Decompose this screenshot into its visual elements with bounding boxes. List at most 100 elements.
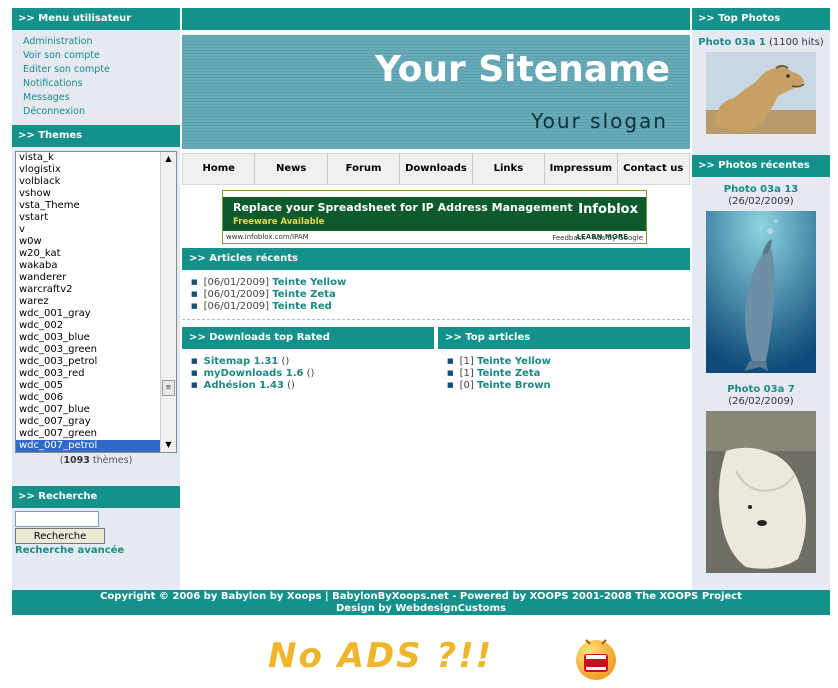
site-header: Your Sitename Your slogan [182,35,690,149]
article-link[interactable]: Teinte Yellow [477,356,551,367]
advanced-search-link[interactable]: Recherche avancée [15,545,177,556]
recent-photo-item: Photo 03a 13 (26/02/2009) [692,177,830,376]
ad-url[interactable]: www.infoblox.com/IPAM [226,233,309,241]
downloads-top-block: >> Downloads top Rated Sitemap 1.31 () m… [182,327,436,392]
theme-option[interactable]: wdc_005 [16,380,176,392]
page: >> Menu utilisateur Administration Voir … [12,8,830,615]
recent-articles-list: [06/01/2009] Teinte Yellow [06/01/2009] … [182,270,690,313]
theme-option[interactable]: wdc_007_green [16,428,176,440]
article-link[interactable]: Teinte Brown [477,380,551,391]
search-input[interactable] [15,511,99,527]
article-count: [1] [459,356,474,367]
nav-news[interactable]: News [255,154,328,184]
download-link[interactable]: Adhésion 1.43 [204,380,284,391]
download-rating: () [281,356,290,367]
themes-count-number: 1093 [63,455,90,466]
menu-link-logout[interactable]: Déconnexion [23,105,180,119]
top-bar [182,8,690,30]
theme-option[interactable]: wdc_001_gray [16,308,176,320]
downloads-top-title: >> Downloads top Rated [182,327,434,349]
article-date: [06/01/2009] [203,277,270,288]
theme-option[interactable]: w0w [16,236,176,248]
menu-link-administration[interactable]: Administration [23,35,180,49]
shocked-smiley-icon [576,639,616,680]
nav-contact[interactable]: Contact us [618,154,689,184]
themes-listbox[interactable]: vista_k vlogistix volblack vshow vsta_Theme v… [15,151,177,453]
list-item: [06/01/2009] Teinte Red [191,301,690,313]
list-item: [06/01/2009] Teinte Yellow [191,277,690,289]
themes-scrollbar[interactable]: ▲ ≡ ▼ [160,152,176,452]
photo-info: (26/02/2009) [728,396,794,407]
list-item: [1] Teinte Zeta [447,368,690,380]
theme-option[interactable]: vlogistix [16,164,176,176]
search-button[interactable]: Recherche [15,528,105,544]
menu-link-edit-account[interactable]: Editer son compte [23,63,180,77]
polar-bear-photo-icon[interactable] [706,411,816,573]
theme-option[interactable]: wdc_002 [16,320,176,332]
download-link[interactable]: myDownloads 1.6 [204,368,304,379]
user-menu-title: >> Menu utilisateur [12,8,180,30]
list-item: [0] Teinte Brown [447,380,690,392]
download-rating: () [287,380,295,391]
theme-option[interactable]: wdc_007_petrol [16,440,176,452]
nav-links[interactable]: Links [473,154,546,184]
user-menu: Administration Voir son compte Editer so… [12,30,180,125]
theme-option[interactable]: warez [16,296,176,308]
theme-option[interactable]: wanderer [16,272,176,284]
nav-home[interactable]: Home [183,154,256,184]
theme-option[interactable]: wdc_007_gray [16,416,176,428]
photo-link[interactable]: Photo 03a 1 [698,37,766,48]
dolphin-photo-icon[interactable] [706,211,816,373]
scroll-thumb[interactable]: ≡ [162,380,175,396]
search-block: Recherche Recherche avancée [12,508,180,559]
photo-link[interactable]: Photo 03a 7 [727,384,795,395]
menu-link-notifications[interactable]: Notifications [23,77,180,91]
ad-subline: Freeware Available [233,217,325,227]
list-item: [1] Teinte Yellow [447,356,690,368]
theme-option[interactable]: vshow [16,188,176,200]
theme-option[interactable]: wdc_007_blue [16,404,176,416]
site-footer: Copyright © 2006 by Babylon by Xoops | B… [12,590,830,615]
theme-option[interactable]: vista_k [16,152,176,164]
ad-banner[interactable]: Replace your Spreadsheet for IP Address … [222,190,647,244]
photo-link[interactable]: Photo 03a 13 [724,184,799,195]
theme-option[interactable]: vsta_Theme [16,200,176,212]
themes-count: (1093 thèmes) [59,455,133,466]
ad-feedback-link[interactable]: Feedback - Ads by Google [552,234,643,242]
theme-option[interactable]: wdc_003_petrol [16,356,176,368]
footer-copyright: Copyright © 2006 by Babylon by Xoops | B… [100,591,742,602]
scroll-up-arrow-icon[interactable]: ▲ [161,152,176,166]
theme-option[interactable]: wdc_003_blue [16,332,176,344]
theme-option[interactable]: wdc_003_green [16,344,176,356]
theme-option[interactable]: warcraftv2 [16,284,176,296]
theme-option[interactable]: wdc_003_red [16,368,176,380]
theme-option[interactable]: w20_kat [16,248,176,260]
menu-link-messages[interactable]: Messages [23,91,180,105]
article-link[interactable]: Teinte Red [272,301,332,312]
article-link[interactable]: Teinte Zeta [272,289,335,300]
scroll-down-arrow-icon[interactable]: ▼ [161,438,176,452]
theme-option[interactable]: v [16,224,176,236]
downloads-top-list: Sitemap 1.31 () myDownloads 1.6 () Adhés… [182,349,434,392]
theme-option[interactable]: wdc_006 [16,392,176,404]
download-link[interactable]: Sitemap 1.31 [204,356,279,367]
right-sidebar: >> Top Photos Photo 03a 1 (1100 hits) >>… [692,8,830,590]
theme-option[interactable]: wakaba [16,260,176,272]
main-nav: Home News Forum Downloads Links Impressu… [182,153,690,185]
nav-forum[interactable]: Forum [328,154,401,184]
nav-downloads[interactable]: Downloads [400,154,473,184]
article-link[interactable]: Teinte Yellow [272,277,346,288]
photo-caption: Photo 03a 1 (1100 hits) [692,37,830,49]
camel-photo-icon[interactable] [706,52,816,134]
photo-info: (26/02/2009) [728,196,794,207]
theme-option[interactable]: volblack [16,176,176,188]
article-count: [1] [459,368,474,379]
list-item: [06/01/2009] Teinte Zeta [191,289,690,301]
menu-link-view-account[interactable]: Voir son compte [23,49,180,63]
article-link[interactable]: Teinte Zeta [477,368,540,379]
nav-impressum[interactable]: Impressum [545,154,618,184]
theme-option[interactable]: vstart [16,212,176,224]
article-count: [0] [459,380,474,391]
divider [182,319,690,320]
top-photos-title: >> Top Photos [692,8,830,30]
